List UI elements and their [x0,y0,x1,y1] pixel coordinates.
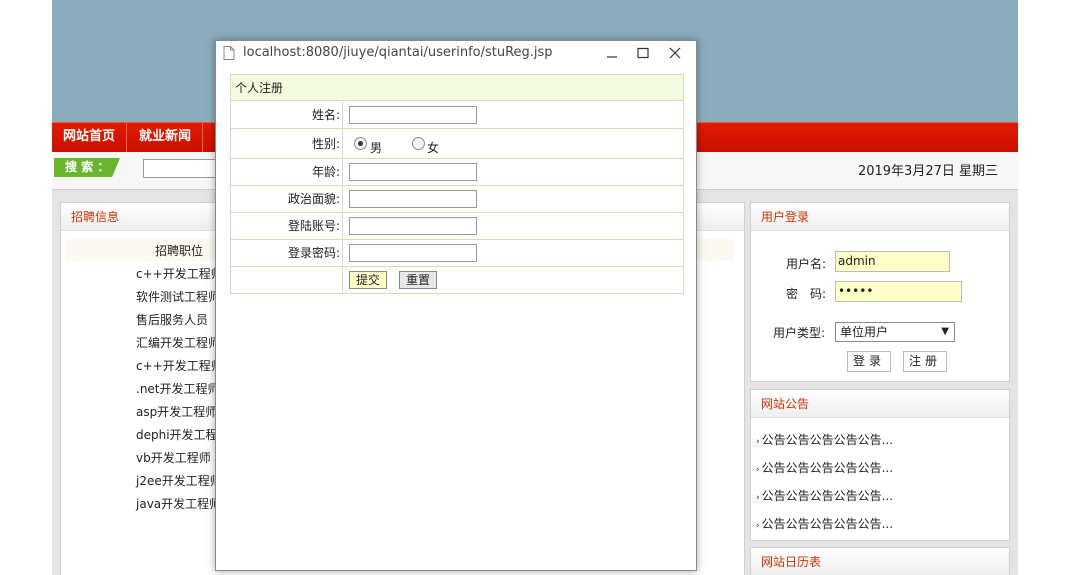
job-row[interactable]: asp开发工程师 [136,403,217,420]
job-row[interactable]: c++开发工程师 [136,265,223,282]
name-input[interactable] [349,106,477,124]
search-label: 搜 索 ： [54,158,120,177]
account-label: 登陆账号: [231,213,343,239]
actions-label-cell [231,267,343,294]
job-row[interactable]: j2ee开发工程师 [136,472,222,489]
age-label: 年龄: [231,159,343,185]
gender-female-radio[interactable] [412,137,425,150]
login-panel-title: 用户登录 [751,203,1009,231]
registration-popup-window: localhost:8080/jiuye/qiantai/userinfo/st… [215,40,697,571]
reg-password-input[interactable] [349,244,477,262]
job-row[interactable]: .net开发工程师 [136,380,220,397]
notice-panel: 网站公告 › 公告公告公告公告公告... › 公告公告公告公告公告... › 公告公告… [750,389,1010,541]
popup-url: localhost:8080/jiuye/qiantai/userinfo/st… [243,45,553,60]
form-row-account: 登陆账号: [231,213,683,240]
notice-item-text: 公告公告公告公告公告... [761,517,894,531]
form-row-politics: 政治面貌: [231,186,683,213]
login-panel: 用户登录 用户名: admin 密 码: ••••• 用户类型: 单位用户 ▼ … [750,202,1010,382]
nav-job-news[interactable]: 就业新闻 [128,123,204,152]
notice-item-text: 公告公告公告公告公告... [761,489,894,503]
registration-form-title: 个人注册 [231,75,683,101]
job-row[interactable]: 售后服务人员 [136,311,208,328]
register-button[interactable]: 注册 [903,351,947,372]
age-input[interactable] [349,163,477,181]
notice-item[interactable]: › 公告公告公告公告公告... [756,431,893,448]
current-date: 2019年3月27日 星期三 [857,164,998,179]
bullet-icon: › [756,465,760,475]
username-label: 用户名: [786,257,827,271]
minimize-icon [607,56,617,58]
job-row[interactable]: 软件测试工程师 [136,288,220,305]
job-row[interactable]: c++开发工程师 [136,357,223,374]
notice-item[interactable]: › 公告公告公告公告公告... [756,487,893,504]
form-row-actions: 提交 重置 [231,267,683,294]
usertype-label: 用户类型: [773,326,826,340]
account-input[interactable] [349,217,477,235]
username-input[interactable]: admin [835,251,950,272]
notice-item[interactable]: › 公告公告公告公告公告... [756,515,893,532]
job-row[interactable]: 汇编开发工程师 [136,334,220,351]
gender-male-radio[interactable] [354,137,367,150]
minimize-button[interactable] [596,41,628,65]
usertype-value: 单位用户 [840,325,889,339]
name-label: 姓名: [231,102,343,128]
notice-panel-title: 网站公告 [751,390,1009,418]
gender-female-label: 女 [427,141,440,155]
popup-titlebar[interactable]: localhost:8080/jiuye/qiantai/userinfo/st… [216,41,696,66]
form-row-password: 登录密码: [231,240,683,267]
reset-button[interactable]: 重置 [399,271,437,289]
submit-button[interactable]: 提交 [349,271,387,289]
bullet-icon: › [756,437,760,447]
calendar-panel-title: 网站日历表 [751,548,1009,575]
password-input[interactable]: ••••• [835,281,962,302]
usertype-select[interactable]: 单位用户 ▼ [835,322,955,342]
calendar-panel: 网站日历表 [750,547,1010,575]
page-icon [223,46,235,60]
job-row[interactable]: java开发工程师 [136,495,221,512]
bullet-icon: › [756,493,760,503]
politics-label: 政治面貌: [231,186,343,212]
search-input[interactable] [143,159,223,178]
gender-label: 性别: [231,129,343,158]
close-button[interactable] [659,41,691,65]
form-row-name: 姓名: [231,102,683,129]
dropdown-arrow-icon: ▼ [941,326,949,337]
registration-form: 个人注册 姓名: 性别: 男 女 年龄: 政治面貌: 登陆账号: 登录密码: 提… [230,74,684,294]
maximize-icon [637,47,649,59]
maximize-button[interactable] [627,41,659,65]
notice-item-text: 公告公告公告公告公告... [761,461,894,475]
password-label: 密 码: [786,287,827,301]
notice-item-text: 公告公告公告公告公告... [761,433,894,447]
form-row-age: 年龄: [231,159,683,186]
job-row[interactable]: vb开发工程师 [136,449,211,466]
jobs-column-header-label: 招聘职位 [155,244,204,258]
bullet-icon: › [756,521,760,531]
notice-item[interactable]: › 公告公告公告公告公告... [756,459,893,476]
radio-selected-dot [358,141,363,146]
form-row-gender: 性别: 男 女 [231,129,683,159]
login-button[interactable]: 登录 [847,351,891,372]
close-icon [669,47,681,59]
password-label: 登录密码: [231,240,343,266]
nav-home[interactable]: 网站首页 [52,123,128,152]
gender-male-label: 男 [370,141,383,155]
politics-input[interactable] [349,190,477,208]
